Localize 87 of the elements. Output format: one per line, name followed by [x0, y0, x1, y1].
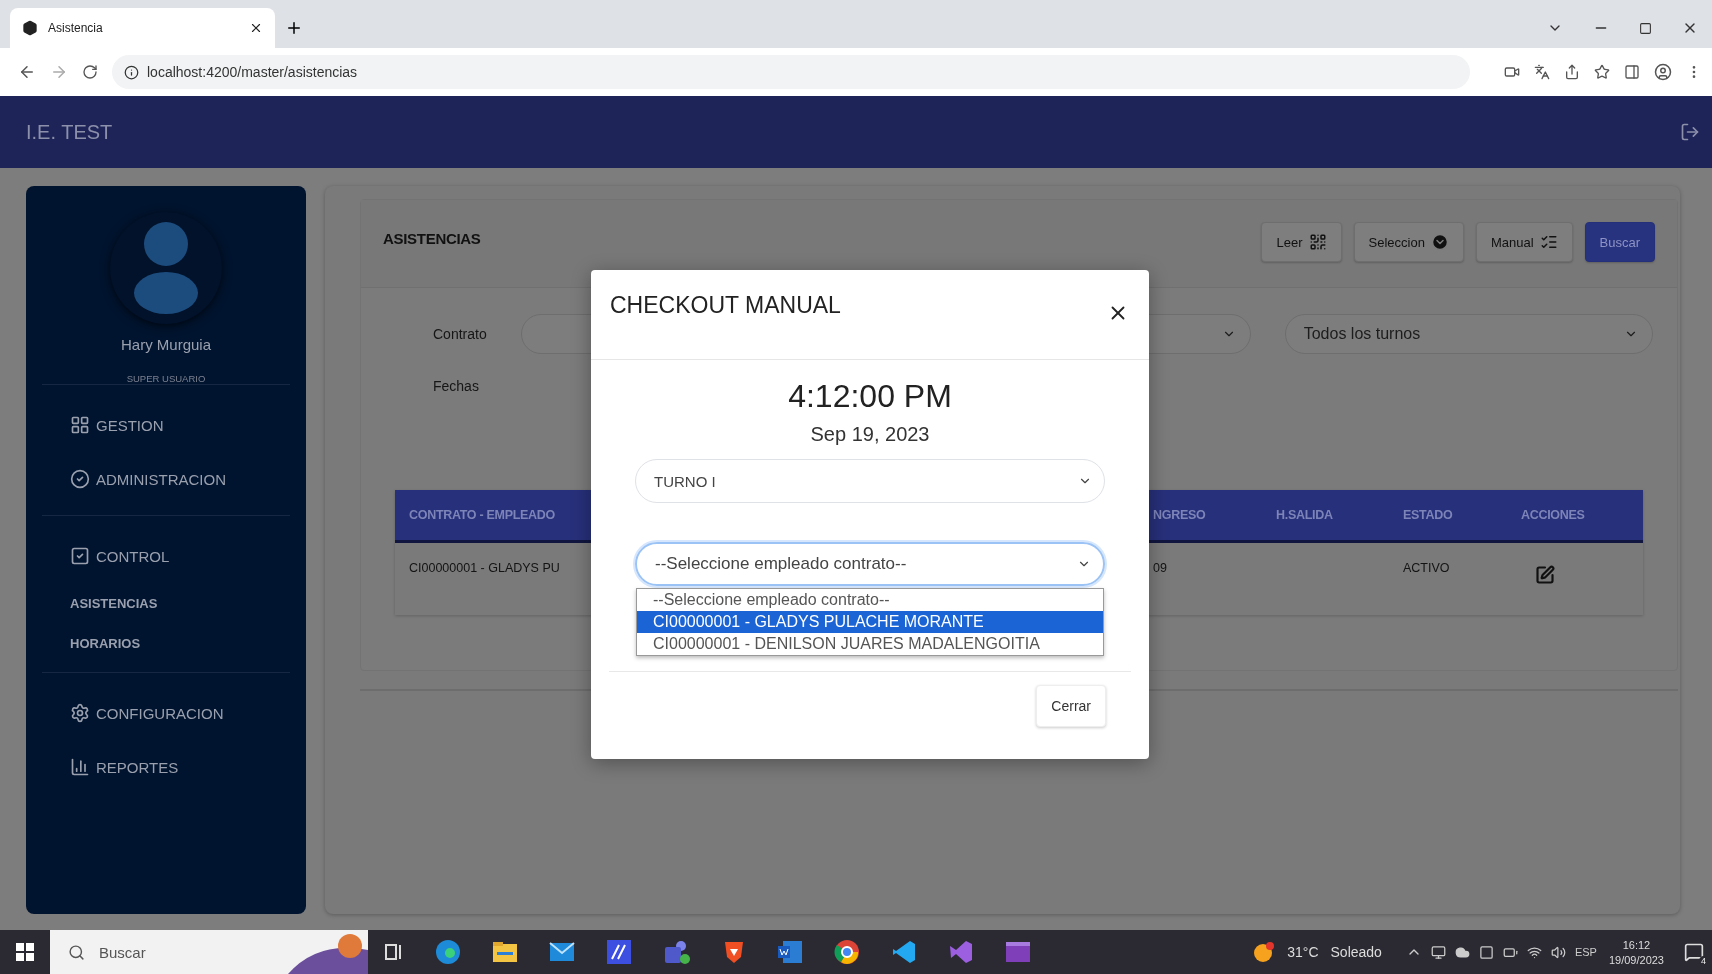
- code-editor-icon[interactable]: [891, 939, 917, 965]
- notification-icon[interactable]: [1684, 942, 1704, 962]
- address-bar[interactable]: localhost:4200/master/asistencias: [112, 55, 1470, 89]
- sidebar-item[interactable]: GESTION: [70, 403, 290, 447]
- table-cell-text: 09: [1153, 560, 1168, 575]
- weather-sun-icon[interactable]: [1253, 941, 1276, 963]
- share-icon[interactable]: [1564, 64, 1580, 80]
- folder-icon[interactable]: [492, 941, 518, 963]
- sidebar-item[interactable]: CONFIGURACION: [70, 691, 290, 735]
- temperature: 31°C: [1287, 944, 1319, 960]
- reload-icon[interactable]: [82, 64, 98, 80]
- filter-label: Fechas: [433, 378, 480, 394]
- translate-icon[interactable]: [1534, 64, 1550, 80]
- volume-icon[interactable]: [1550, 944, 1566, 960]
- sidebar-item[interactable]: REPORTES: [70, 745, 290, 789]
- qr-code-icon: [1308, 233, 1327, 251]
- column-header: H.SALIDA: [1276, 508, 1334, 522]
- dropdown-option[interactable]: --Seleccione empleado contrato--: [637, 589, 1103, 611]
- notification-count: 4: [1699, 956, 1708, 966]
- clock-time: 4:12:00 PM: [788, 378, 952, 415]
- clock-date: Sep 19, 2023: [810, 423, 930, 446]
- toolbar-button[interactable]: Manual: [1475, 222, 1573, 262]
- ide-icon[interactable]: [948, 939, 974, 965]
- taskbar-search[interactable]: Buscar: [50, 930, 368, 974]
- profile-icon[interactable]: [1654, 63, 1672, 81]
- wifi-icon[interactable]: [1526, 944, 1542, 960]
- user-role: SUPER USUARIO: [125, 373, 207, 384]
- camera-icon[interactable]: [1504, 64, 1520, 80]
- side-panel-icon[interactable]: [1624, 64, 1640, 80]
- device-icon[interactable]: [1430, 944, 1446, 960]
- column-header: ACCIONES: [1521, 508, 1586, 522]
- close-dialog-button[interactable]: Cerrar: [1036, 685, 1106, 727]
- menu-item-icon: [70, 703, 90, 723]
- pen-app-icon[interactable]: [606, 939, 632, 965]
- menu-item-icon: [70, 415, 90, 435]
- close-tab-icon[interactable]: [249, 21, 263, 35]
- column-header: NGRESO: [1153, 508, 1207, 522]
- shield-app-icon[interactable]: [722, 939, 746, 965]
- chevron-circle-icon: [1430, 233, 1449, 251]
- dialog-title: CHECKOUT MANUAL: [610, 292, 841, 319]
- checklist-icon: [1539, 233, 1558, 251]
- dropdown-option[interactable]: CI00000001 - DENILSON JUARES MADALENGOITIA: [637, 633, 1103, 655]
- shift-select[interactable]: Todos los turnos: [1284, 314, 1653, 354]
- new-tab-icon[interactable]: [285, 19, 303, 37]
- task-view-icon[interactable]: [384, 942, 404, 962]
- dropdown-option[interactable]: CI00000001 - GLADYS PULACHE MORANTE: [637, 611, 1103, 633]
- sidebar-link[interactable]: HORARIOS: [70, 628, 290, 658]
- mail-icon[interactable]: [549, 942, 575, 962]
- user-name: Hary Murguia: [120, 336, 212, 353]
- search-icon: [68, 943, 85, 961]
- bookmark-star-icon[interactable]: [1594, 64, 1610, 80]
- menu-item-icon: [70, 546, 90, 566]
- back-icon[interactable]: [18, 63, 36, 81]
- menu-item-icon: [70, 757, 90, 777]
- toolbar-button[interactable]: Buscar: [1584, 222, 1655, 262]
- info-icon: [124, 64, 139, 80]
- sidebar-item[interactable]: CONTROL: [70, 534, 290, 578]
- toolbar-button[interactable]: Seleccion: [1353, 222, 1464, 262]
- sidebar-link[interactable]: ASISTENCIAS: [70, 588, 290, 618]
- edit-icon[interactable]: [1535, 565, 1555, 585]
- taskbar-clock[interactable]: 16:12 19/09/2023: [1608, 938, 1664, 966]
- document-app-icon[interactable]: [777, 940, 803, 964]
- logout-icon[interactable]: [1680, 122, 1700, 142]
- cloud-icon[interactable]: [1454, 944, 1470, 960]
- round-browser-icon[interactable]: [834, 939, 860, 965]
- weather-condition: Soleado: [1330, 944, 1382, 960]
- browser-tab[interactable]: Asistencia: [10, 8, 275, 48]
- app-tray-icon[interactable]: [1478, 944, 1494, 960]
- menu-item-icon: [70, 469, 90, 489]
- table-cell-text: ACTIVO: [1403, 560, 1451, 575]
- column-header: ESTADO: [1403, 508, 1454, 522]
- windows-logo-icon[interactable]: [16, 943, 34, 961]
- language-indicator[interactable]: ESP: [1574, 946, 1597, 958]
- column-header: CONTRATO - EMPLEADO: [409, 508, 556, 522]
- app-title: I.E. TEST: [26, 120, 113, 144]
- panel-title: ASISTENCIAS: [383, 229, 481, 247]
- site-logo-icon: [22, 20, 38, 36]
- table-cell-text: CI00000001 - GLADYS PU: [409, 560, 561, 575]
- maximize-icon[interactable]: [1639, 21, 1652, 35]
- filter-label: Contrato: [433, 326, 487, 342]
- toolbar-button[interactable]: Leer: [1261, 222, 1342, 262]
- employee-select[interactable]: --Seleccione empleado contrato--: [635, 542, 1105, 586]
- sidebar-item[interactable]: ADMINISTRACION: [70, 457, 290, 501]
- tab-title: Asistencia: [48, 21, 104, 35]
- team-app-icon[interactable]: [663, 939, 691, 965]
- terminal-app-icon[interactable]: [1005, 941, 1031, 963]
- browser-icon[interactable]: [435, 939, 461, 965]
